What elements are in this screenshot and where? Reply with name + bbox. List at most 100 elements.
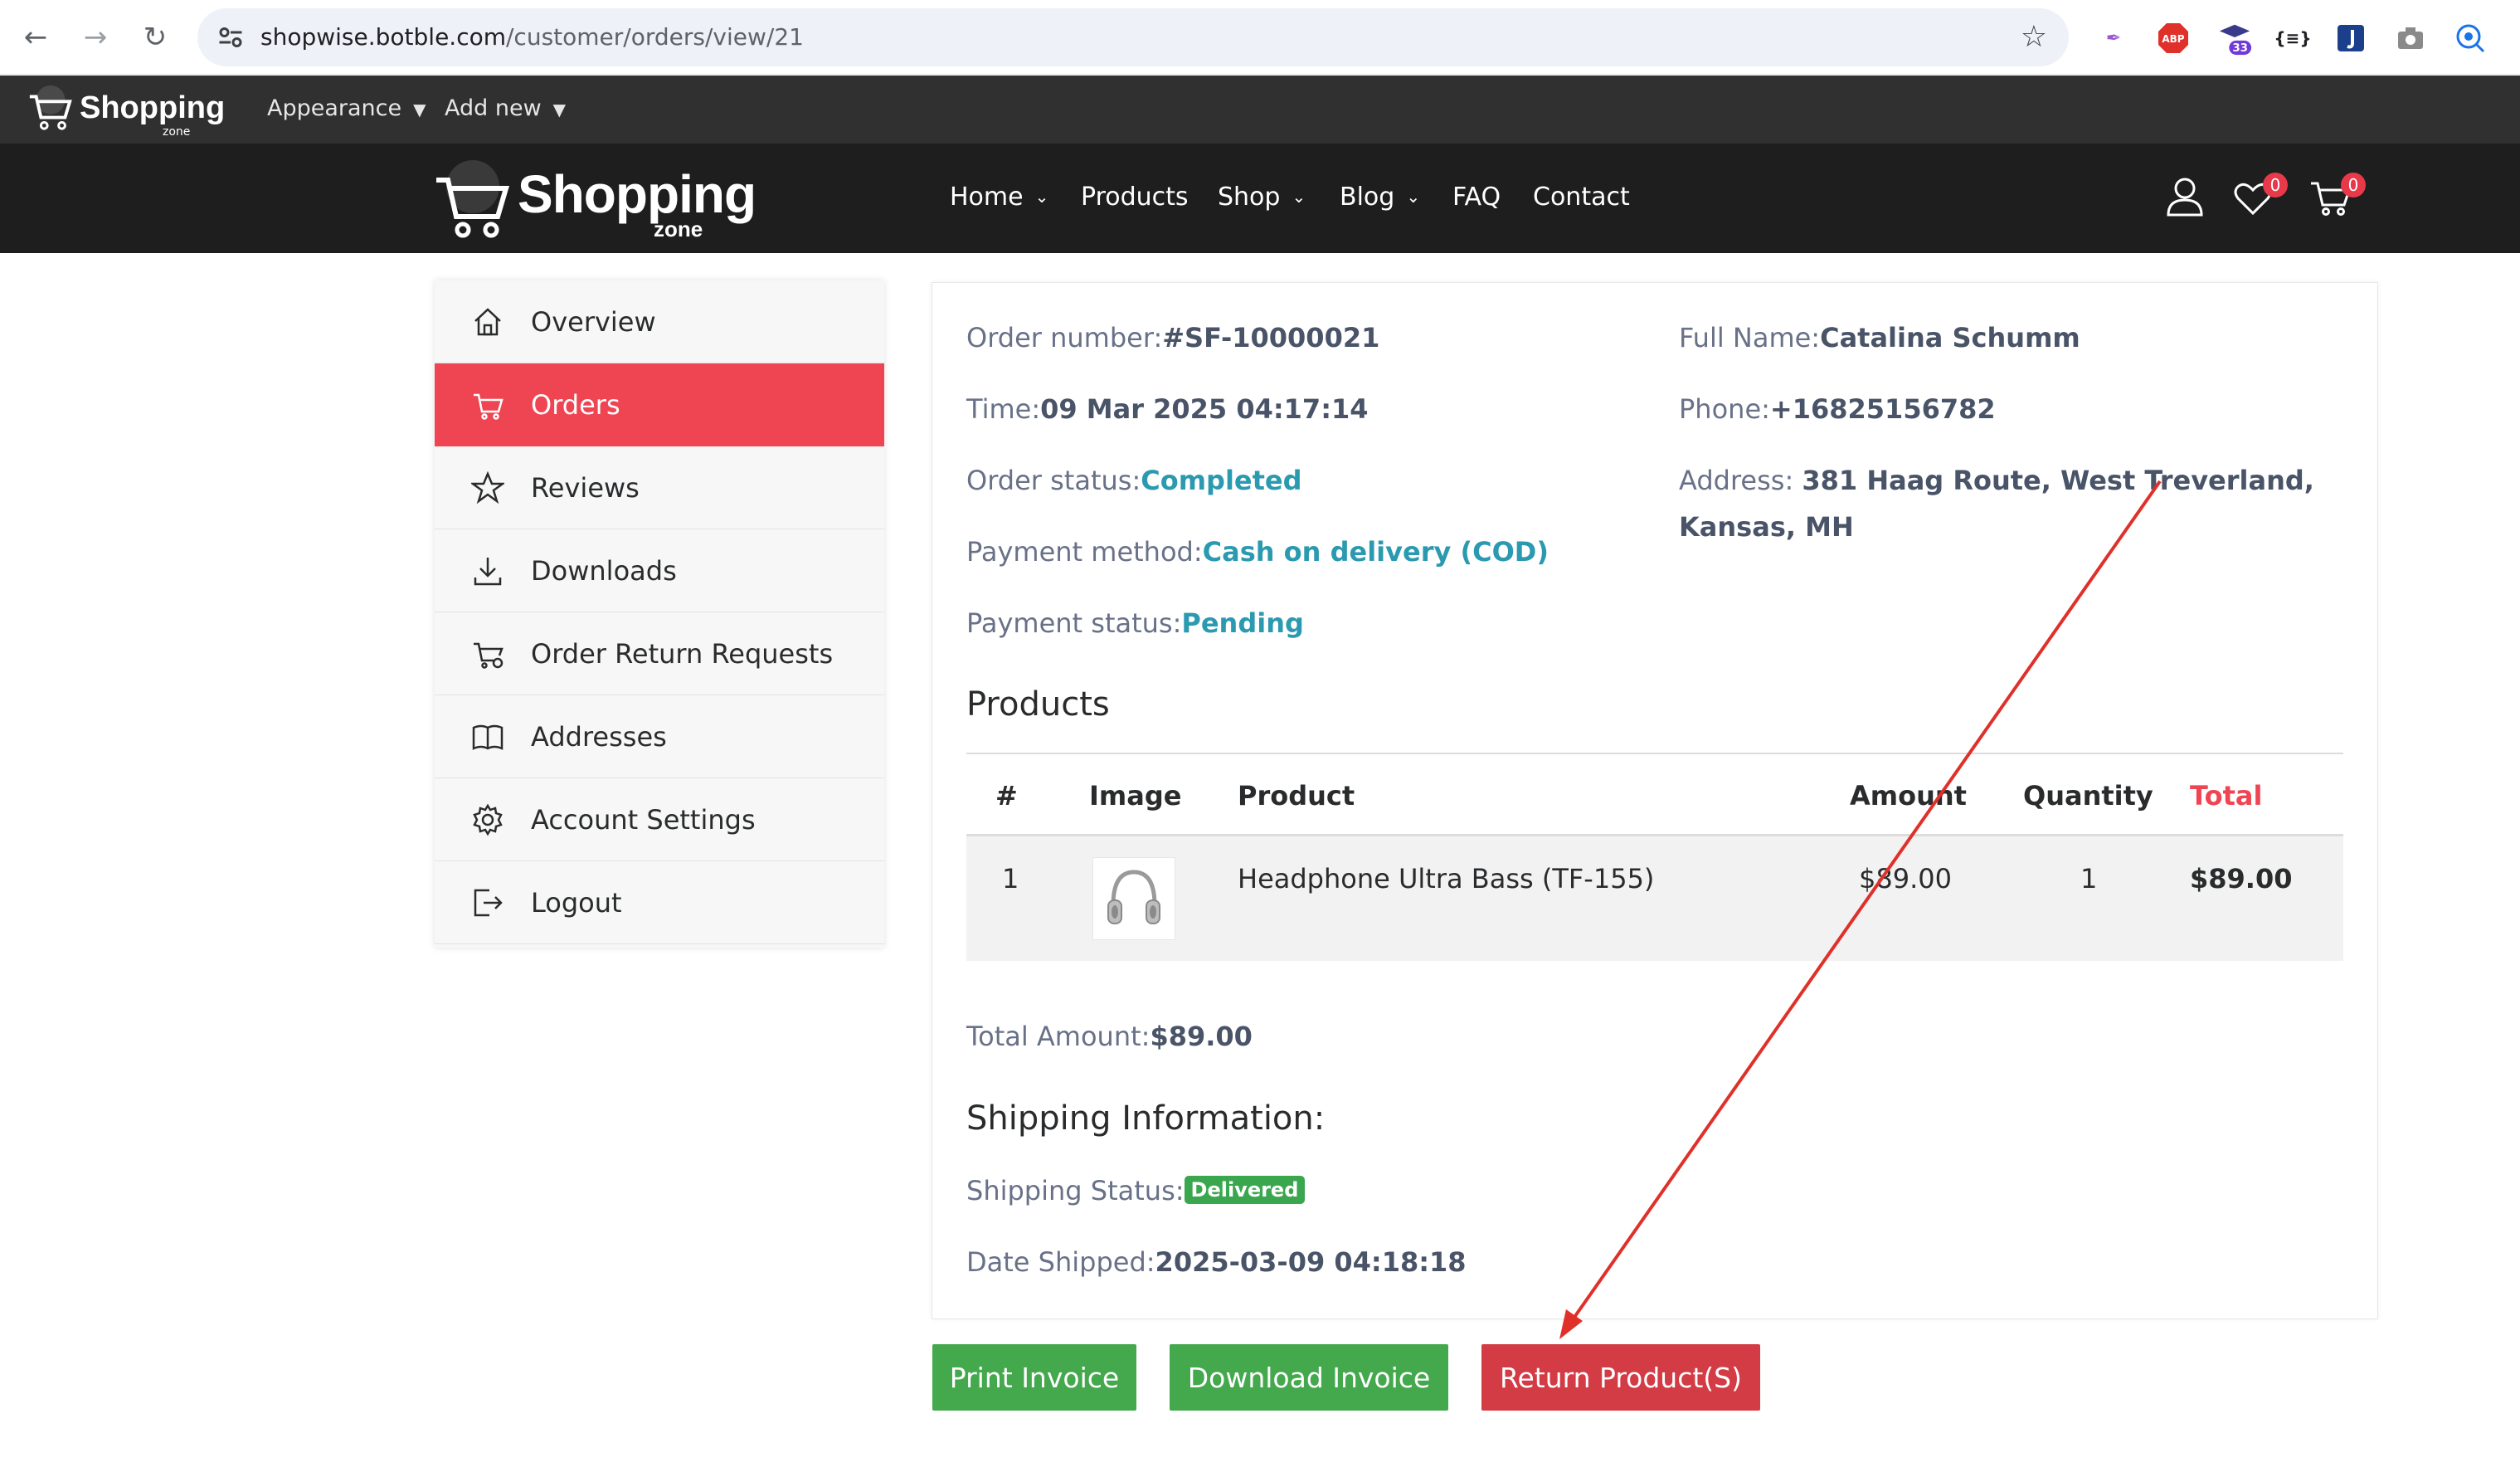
nav-label: Products <box>1081 183 1189 212</box>
payment-status-value: Pending <box>1181 607 1304 639</box>
admin-menu-appearance[interactable]: Appearance ▼ <box>267 95 426 121</box>
product-image[interactable] <box>1092 857 1175 940</box>
sidebar-item-label: Order Return Requests <box>531 637 834 670</box>
nav-blog[interactable]: Blog ⌄ <box>1340 183 1420 212</box>
column-header-index: # <box>995 780 1018 812</box>
address-field-line2: Kansas, MH <box>1679 511 1854 543</box>
download-icon <box>469 553 506 589</box>
sidebar-item-label: Addresses <box>531 720 667 753</box>
site-logo[interactable]: Shopping zone <box>431 158 756 241</box>
book-icon <box>469 719 506 755</box>
chevron-down-icon: ⌄ <box>1292 187 1306 207</box>
table-top-border <box>966 753 2343 754</box>
admin-logo-sub: zone <box>163 125 191 139</box>
address-bar[interactable]: shopwise.botble.com/customer/orders/view… <box>197 8 2069 66</box>
date-shipped-label: Date Shipped: <box>966 1246 1155 1278</box>
sidebar-item-label: Logout <box>531 886 622 919</box>
sidebar-item-order-return-requests[interactable]: Order Return Requests <box>435 612 884 695</box>
column-header-image: Image <box>1089 780 1182 812</box>
account-sidebar: Overview Orders Reviews Downloads Order … <box>435 280 884 948</box>
admin-menu-label: Appearance <box>267 95 402 121</box>
nav-shop[interactable]: Shop ⌄ <box>1218 183 1306 212</box>
nav-label: FAQ <box>1452 183 1501 212</box>
cart-logo-icon <box>436 160 510 238</box>
nav-products[interactable]: Products <box>1081 183 1189 212</box>
bookmark-extension-icon[interactable] <box>2333 20 2369 56</box>
admin-menu-add-new[interactable]: Add new ▼ <box>445 95 566 121</box>
full-name-field: Full Name:Catalina Schumm <box>1679 322 2080 353</box>
url-host: shopwise.botble.com <box>260 23 506 51</box>
nav-label: Home <box>950 183 1024 212</box>
camera-extension-icon[interactable] <box>2392 20 2429 56</box>
sidebar-item-downloads[interactable]: Downloads <box>435 529 884 612</box>
payment-status-label: Payment status: <box>966 607 1182 639</box>
print-invoice-button[interactable]: Print Invoice <box>932 1344 1136 1411</box>
nav-faq[interactable]: FAQ <box>1452 183 1501 212</box>
cart-count-badge: 0 <box>2341 173 2366 197</box>
full-name-label: Full Name: <box>1679 322 1821 353</box>
download-invoice-button[interactable]: Download Invoice <box>1170 1344 1448 1411</box>
order-number-label: Order number: <box>966 322 1163 353</box>
order-time-field: Time:09 Mar 2025 04:17:14 <box>966 393 1369 425</box>
admin-logo[interactable]: Shopping zone <box>27 84 225 139</box>
reload-icon[interactable]: ↻ <box>136 18 174 56</box>
site-settings-icon[interactable] <box>216 22 246 52</box>
total-amount-label: Total Amount: <box>966 1021 1151 1052</box>
sidebar-item-account-settings[interactable]: Account Settings <box>435 778 884 861</box>
column-header-product: Product <box>1238 780 1355 812</box>
adblock-extension-icon[interactable]: ABP <box>2155 20 2192 56</box>
sidebar-item-reviews[interactable]: Reviews <box>435 446 884 529</box>
payment-method-label: Payment method: <box>966 536 1203 568</box>
graduation-extension-icon[interactable]: 33 <box>2216 20 2253 56</box>
chevron-down-icon: ⌄ <box>1406 187 1421 207</box>
admin-bar: Shopping zone Appearance ▼ Add new ▼ <box>0 76 2520 144</box>
bookmark-star-icon[interactable]: ☆ <box>2021 20 2047 54</box>
back-arrow-icon[interactable]: ← <box>17 18 55 56</box>
sidebar-item-label: Account Settings <box>531 803 756 836</box>
sidebar-item-overview[interactable]: Overview <box>435 280 884 363</box>
address-label: Address: <box>1679 465 1802 496</box>
cart-return-icon <box>469 636 506 672</box>
product-name-link[interactable]: Headphone Ultra Bass (TF-155) <box>1238 863 1654 894</box>
url-path: /customer/orders/view/21 <box>506 23 804 51</box>
address-line2: Kansas, MH <box>1679 511 1854 543</box>
nav-label: Contact <box>1533 183 1630 212</box>
status-badge: Delivered <box>1184 1176 1306 1204</box>
row-amount: $89.00 <box>1859 863 1952 894</box>
shipping-title: Shipping Information: <box>966 1099 1326 1138</box>
return-products-button[interactable]: Return Product(S) <box>1481 1344 1760 1411</box>
cart-icon <box>469 387 506 423</box>
sidebar-item-logout[interactable]: Logout <box>435 861 884 944</box>
order-status-value: Completed <box>1141 465 1302 496</box>
full-name-value: Catalina Schumm <box>1820 322 2080 353</box>
order-number-value: #SF-10000021 <box>1162 322 1380 353</box>
browser-toolbar: ← → ↻ shopwise.botble.com/customer/order… <box>0 0 2520 75</box>
url-text[interactable]: shopwise.botble.com/customer/orders/view… <box>260 23 804 51</box>
forward-arrow-icon[interactable]: → <box>76 18 114 56</box>
site-header: Shopping zone Home ⌄ Products Shop ⌄ Blog ⌄… <box>0 144 2520 253</box>
home-icon <box>469 304 506 340</box>
admin-menu-label: Add new <box>445 95 542 121</box>
phone-field: Phone:+16825156782 <box>1679 393 1996 425</box>
user-icon[interactable] <box>2162 173 2208 220</box>
sidebar-item-addresses[interactable]: Addresses <box>435 695 884 778</box>
search-extension-icon[interactable] <box>2452 20 2488 56</box>
sidebar-item-orders[interactable]: Orders <box>435 363 884 446</box>
column-header-quantity: Quantity <box>2023 780 2153 812</box>
shipping-status-label: Shipping Status: <box>966 1175 1185 1206</box>
nav-contact[interactable]: Contact <box>1533 183 1630 212</box>
phone-value: +16825156782 <box>1769 393 1996 425</box>
nav-label: Shop <box>1218 183 1281 212</box>
payment-status-field: Payment status:Pending <box>966 607 1304 639</box>
order-time-label: Time: <box>966 393 1041 425</box>
wishlist-count-badge: 0 <box>2263 173 2288 197</box>
site-logo-sub: zone <box>654 217 703 241</box>
headphone-image <box>1107 870 1160 924</box>
json-extension-icon[interactable]: {≡} <box>2274 20 2311 56</box>
pen-extension-icon[interactable]: ✒ <box>2095 20 2132 56</box>
order-number-field: Order number:#SF-10000021 <box>966 322 1379 353</box>
nav-home[interactable]: Home ⌄ <box>950 183 1048 212</box>
column-header-amount: Amount <box>1850 780 1967 812</box>
svg-text:ABP: ABP <box>2162 33 2184 45</box>
order-status-label: Order status: <box>966 465 1141 496</box>
